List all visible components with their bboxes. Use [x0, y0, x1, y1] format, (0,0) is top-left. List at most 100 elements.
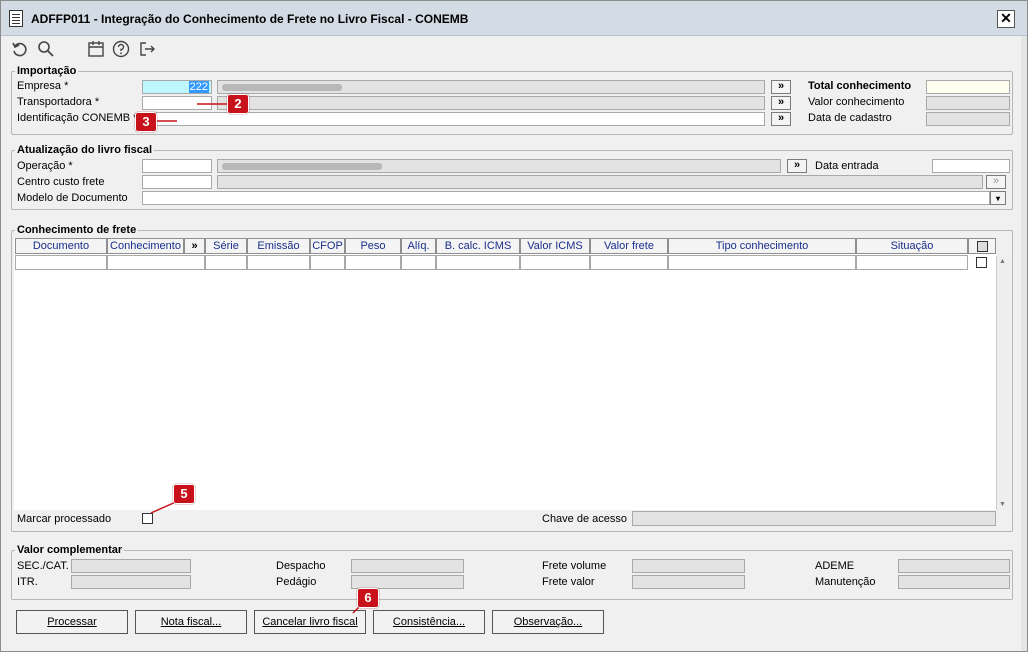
- centro-custo-label: Centro custo frete: [17, 176, 105, 188]
- window-title: ADFFP011 - Integração do Conhecimento de…: [31, 12, 469, 26]
- pedagio-label: Pedágio: [276, 576, 317, 588]
- empresa-name-field: [217, 80, 765, 94]
- ademe-label: ADEME: [815, 560, 855, 572]
- valor-conhecimento-label: Valor conhecimento: [808, 96, 905, 108]
- transportadora-more-button[interactable]: »: [771, 96, 791, 110]
- main-window: ADFFP011 - Integração do Conhecimento de…: [0, 0, 1028, 652]
- observacao-button[interactable]: Observação...: [492, 610, 604, 634]
- col-select-all[interactable]: [968, 238, 996, 254]
- col-bcalc-icms[interactable]: B. calc. ICMS: [436, 238, 520, 254]
- frete-volume-field: [632, 559, 745, 573]
- ademe-field: [898, 559, 1010, 573]
- col-peso[interactable]: Peso: [345, 238, 401, 254]
- cell-aliq[interactable]: [401, 255, 436, 270]
- consistencia-label: Consistência...: [392, 616, 466, 628]
- conhecimento-grid: [14, 238, 996, 510]
- help-icon[interactable]: [112, 40, 130, 58]
- cancelar-livro-fiscal-button[interactable]: Cancelar livro fiscal: [254, 610, 366, 634]
- observacao-label: Observação...: [513, 616, 583, 628]
- operacao-field[interactable]: [142, 159, 212, 173]
- sec-cat-label: SEC./CAT.: [17, 560, 69, 572]
- cell-cfop[interactable]: [310, 255, 345, 270]
- col-emissao[interactable]: Emissão: [247, 238, 310, 254]
- operacao-label: Operação *: [17, 160, 73, 172]
- chevron-down-icon[interactable]: ▾: [990, 191, 1006, 205]
- modelo-documento-select[interactable]: [142, 191, 990, 205]
- identificacao-field[interactable]: [142, 112, 765, 126]
- itr-label: ITR.: [17, 576, 38, 588]
- chave-acesso-label: Chave de acesso: [542, 513, 627, 525]
- window-scrollbar[interactable]: [1021, 36, 1027, 651]
- frete-valor-field: [632, 575, 745, 589]
- importacao-legend: Importação: [15, 65, 79, 77]
- select-all-checkbox[interactable]: [977, 241, 988, 252]
- empresa-more-button[interactable]: »: [771, 80, 791, 94]
- itr-field: [71, 575, 191, 589]
- calendar-icon[interactable]: [87, 40, 105, 58]
- cell-valor-icms[interactable]: [520, 255, 590, 270]
- col-expand[interactable]: »: [184, 238, 205, 254]
- cell-serie[interactable]: [205, 255, 247, 270]
- data-entrada-field[interactable]: [932, 159, 1010, 173]
- chave-acesso-field: [632, 511, 996, 526]
- nota-fiscal-label: Nota fiscal...: [160, 616, 222, 628]
- nota-fiscal-button[interactable]: Nota fiscal...: [135, 610, 247, 634]
- col-valor-icms[interactable]: Valor ICMS: [520, 238, 590, 254]
- cell-tipo-conhecimento[interactable]: [668, 255, 856, 270]
- cell-bcalc-icms[interactable]: [436, 255, 520, 270]
- conhecimento-legend: Conhecimento de frete: [15, 224, 139, 236]
- identificacao-label: Identificação CONEMB *: [17, 112, 138, 124]
- scroll-down-icon[interactable]: ▼: [999, 501, 1006, 508]
- col-documento[interactable]: Documento: [15, 238, 107, 254]
- col-tipo-conhecimento[interactable]: Tipo conhecimento: [668, 238, 856, 254]
- empresa-value: 222: [188, 81, 209, 93]
- col-cfop[interactable]: CFOP: [310, 238, 345, 254]
- processar-button[interactable]: Processar: [16, 610, 128, 634]
- grid-scrollbar[interactable]: ▲ ▼: [996, 256, 1010, 510]
- toolbar: [1, 36, 1027, 62]
- empresa-label: Empresa *: [17, 80, 69, 92]
- marcar-processado-label: Marcar processado: [17, 513, 112, 525]
- cell-emissao[interactable]: [247, 255, 310, 270]
- search-icon[interactable]: [37, 40, 55, 58]
- identificacao-more-button[interactable]: »: [771, 112, 791, 126]
- row-checkbox[interactable]: [976, 257, 987, 268]
- cell-peso[interactable]: [345, 255, 401, 270]
- atualizacao-legend: Atualização do livro fiscal: [15, 144, 155, 156]
- cell-documento[interactable]: [15, 255, 107, 270]
- annotation-badge-3: 3: [135, 112, 157, 132]
- exit-icon[interactable]: [138, 40, 156, 58]
- transportadora-name-field: [217, 96, 765, 110]
- pedagio-field: [351, 575, 464, 589]
- col-aliq[interactable]: Alíq.: [401, 238, 436, 254]
- consistencia-button[interactable]: Consistência...: [373, 610, 485, 634]
- empresa-field[interactable]: 222: [142, 80, 212, 94]
- document-icon: [9, 10, 23, 27]
- marcar-processado-checkbox[interactable]: [142, 513, 153, 524]
- transportadora-field[interactable]: [142, 96, 212, 110]
- data-entrada-label: Data entrada: [815, 160, 879, 172]
- centro-custo-more-button[interactable]: »: [986, 175, 1006, 189]
- cell-conhecimento[interactable]: [107, 255, 205, 270]
- complementar-legend: Valor complementar: [15, 544, 125, 556]
- scroll-up-icon[interactable]: ▲: [999, 258, 1006, 265]
- col-conhecimento[interactable]: Conhecimento: [107, 238, 184, 254]
- manutencao-label: Manutenção: [815, 576, 876, 588]
- annotation-badge-6: 6: [357, 588, 379, 608]
- despacho-label: Despacho: [276, 560, 326, 572]
- col-situacao[interactable]: Situação: [856, 238, 968, 254]
- transportadora-label: Transportadora *: [17, 96, 100, 108]
- frete-volume-label: Frete volume: [542, 560, 607, 572]
- col-serie[interactable]: Série: [205, 238, 247, 254]
- centro-custo-field[interactable]: [142, 175, 212, 189]
- operacao-more-button[interactable]: »: [787, 159, 807, 173]
- despacho-field: [351, 559, 464, 573]
- modelo-documento-label: Modelo de Documento: [17, 192, 128, 204]
- frete-valor-label: Frete valor: [542, 576, 595, 588]
- close-button[interactable]: ✕: [997, 10, 1015, 28]
- sec-cat-field: [71, 559, 191, 573]
- col-valor-frete[interactable]: Valor frete: [590, 238, 668, 254]
- cell-valor-frete[interactable]: [590, 255, 668, 270]
- cell-situacao[interactable]: [856, 255, 968, 270]
- undo-icon[interactable]: [11, 40, 29, 58]
